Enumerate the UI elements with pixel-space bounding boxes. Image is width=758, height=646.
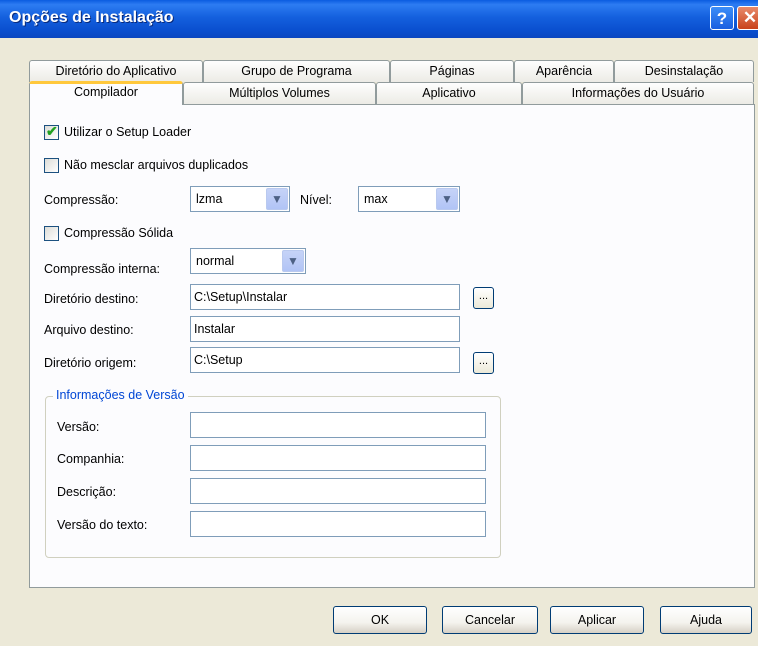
title-bar[interactable]: Opções de Instalação ? ✕ [0, 0, 758, 38]
solid-compression-checkbox[interactable] [44, 226, 59, 241]
tab-aplicativo[interactable]: Aplicativo [376, 82, 522, 104]
tab-desinstalacao[interactable]: Desinstalação [614, 60, 754, 82]
tab-aparencia[interactable]: Aparência [514, 60, 614, 82]
internal-compression-value: normal [196, 254, 235, 268]
tab-grupo-programa[interactable]: Grupo de Programa [203, 60, 390, 82]
no-merge-duplicates-label: Não mesclar arquivos duplicados [64, 158, 249, 172]
chevron-down-icon[interactable]: ▼ [436, 188, 458, 210]
version-info-title: Informações de Versão [53, 388, 188, 402]
dest-dir-field[interactable]: C:\Setup\Instalar [190, 284, 460, 310]
tab-multiplos-volumes[interactable]: Múltiplos Volumes [183, 82, 376, 104]
level-value: max [364, 192, 388, 206]
window-title: Opções de Instalação [9, 9, 174, 26]
company-label: Companhia: [57, 452, 125, 466]
check-icon: ✔ [46, 123, 58, 139]
text-version-field[interactable] [190, 511, 486, 537]
compression-select[interactable]: lzma ▼ [190, 186, 290, 212]
close-title-button[interactable]: ✕ [737, 6, 758, 30]
cancel-button[interactable]: Cancelar [442, 606, 538, 634]
dest-file-label: Arquivo destino: [44, 323, 134, 337]
dest-dir-browse-button[interactable]: ... [473, 287, 494, 309]
tab-compilador[interactable]: Compilador [29, 81, 183, 105]
tab-diretorio-aplicativo[interactable]: Diretório do Aplicativo [29, 60, 203, 82]
compression-value: lzma [196, 192, 223, 206]
tab-paginas[interactable]: Páginas [390, 60, 514, 82]
source-dir-browse-button[interactable]: ... [473, 352, 494, 374]
version-label: Versão: [57, 420, 100, 434]
dest-dir-label: Diretório destino: [44, 292, 139, 306]
apply-button[interactable]: Aplicar [550, 606, 644, 634]
ok-button[interactable]: OK [333, 606, 427, 634]
description-field[interactable] [190, 478, 486, 504]
solid-compression-label: Compressão Sólida [64, 226, 174, 240]
level-label: Nível: [300, 193, 332, 207]
use-setup-loader-checkbox[interactable]: ✔ [44, 123, 59, 140]
source-dir-field[interactable]: C:\Setup [190, 347, 460, 373]
help-title-button[interactable]: ? [710, 6, 734, 30]
description-label: Descrição: [57, 485, 117, 499]
dialog-window: Opções de Instalação ? ✕ Diretório do Ap… [0, 0, 758, 646]
tab-informacoes-usuario[interactable]: Informações do Usuário [522, 82, 754, 104]
source-dir-label: Diretório origem: [44, 356, 137, 370]
dest-file-field[interactable]: Instalar [190, 316, 460, 342]
chevron-down-icon[interactable]: ▼ [266, 188, 288, 210]
text-version-label: Versão do texto: [57, 518, 148, 532]
internal-compression-select[interactable]: normal ▼ [190, 248, 306, 274]
internal-compression-label: Compressão interna: [44, 262, 161, 276]
no-merge-duplicates-checkbox[interactable] [44, 158, 59, 173]
level-select[interactable]: max ▼ [358, 186, 460, 212]
use-setup-loader-label: Utilizar o Setup Loader [64, 125, 192, 139]
version-field[interactable] [190, 412, 486, 438]
compression-label: Compressão: [44, 193, 119, 207]
company-field[interactable] [190, 445, 486, 471]
chevron-down-icon[interactable]: ▼ [282, 250, 304, 272]
help-button[interactable]: Ajuda [660, 606, 752, 634]
